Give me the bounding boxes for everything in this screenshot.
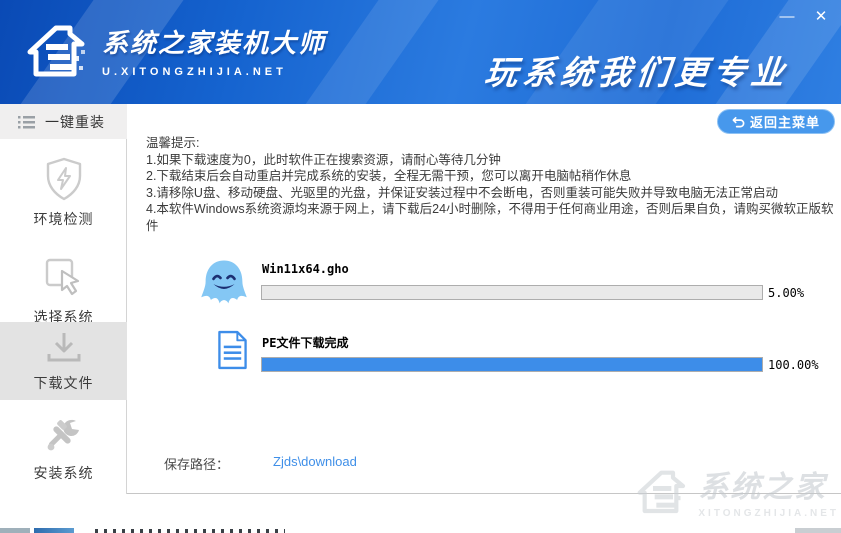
shield-bolt-icon <box>43 156 85 202</box>
sidebar-item-label: 安装系统 <box>33 465 94 481</box>
download-icon <box>44 330 84 366</box>
cursor-select-icon <box>42 256 86 300</box>
tools-icon <box>43 416 85 456</box>
save-path-label: 保存路径： <box>164 457 230 472</box>
sidebar: 一键重装 环境检测 选择系统 下载文件 安装系统 <box>0 104 127 494</box>
return-arrow-icon <box>732 115 745 128</box>
background-window-edge <box>0 528 841 533</box>
menu-list-icon <box>18 115 35 129</box>
edge-segment <box>95 529 285 533</box>
save-path-link[interactable]: Zjds\download <box>273 454 357 473</box>
edge-segment <box>795 528 841 533</box>
tip-line: 3.请移除U盘、移动硬盘、光驱里的光盘，并保证安装过程中不会断电，否则重装可能失… <box>146 185 778 200</box>
sidebar-item-onekey-reinstall[interactable]: 一键重装 <box>0 104 127 139</box>
tips-title: 温馨提示: <box>146 136 200 150</box>
sidebar-item-env-check[interactable]: 环境检测 <box>0 156 127 236</box>
tip-line: 2.下载结束后会自动重启并完成系统的安装，全程无需干预，您可以离开电脑帖稍作休息 <box>146 169 632 183</box>
sidebar-item-label: 下载文件 <box>33 374 94 391</box>
edge-segment <box>34 528 74 533</box>
download-percent: 5.00% <box>768 286 805 300</box>
brand-url: U.XITONGZHIJIA.NET <box>102 65 287 78</box>
close-button[interactable]: ✕ <box>811 6 831 26</box>
brand-logo: 系统之家装机大师 U.XITONGZHIJIA.NET <box>26 20 326 80</box>
brand-title: 系统之家装机大师 <box>102 27 327 58</box>
tip-line: 4.本软件Windows系统资源均来源于网上，请下载后24小时删除，不得用于任何… <box>146 202 834 233</box>
download-file-name: PE文件下载完成 <box>262 336 349 350</box>
download-percent: 100.00% <box>768 358 819 372</box>
sidebar-item-label: 一键重装 <box>45 113 105 130</box>
watermark-house-icon <box>636 466 690 516</box>
sidebar-item-install-system[interactable]: 安装系统 <box>0 416 127 496</box>
app-body: 一键重装 环境检测 选择系统 下载文件 安装系统 返回主菜单 温馨提示: 1.如… <box>0 104 841 494</box>
tip-line: 1.如果下载速度为0，此时软件正在搜索资源，请耐心等待几分钟 <box>146 152 501 167</box>
sidebar-item-label: 环境检测 <box>33 211 94 227</box>
minimize-button[interactable]: — <box>777 6 797 26</box>
sidebar-item-download-files[interactable]: 下载文件 <box>0 322 127 400</box>
main-panel: 返回主菜单 温馨提示: 1.如果下载速度为0，此时软件正在搜索资源，请耐心等待几… <box>128 104 841 494</box>
download-progress-bar <box>261 357 763 372</box>
header-banner: 系统之家装机大师 U.XITONGZHIJIA.NET 玩系统我们更专业 — ✕ <box>0 0 841 104</box>
watermark-subtitle: XITONGZHIJIA.NET <box>698 508 839 519</box>
tips-block: 温馨提示: 1.如果下载速度为0，此时软件正在搜索资源，请耐心等待几分钟 2.下… <box>146 135 841 234</box>
download-progress-fill <box>262 358 762 371</box>
watermark-title: 系统之家 <box>698 471 827 504</box>
document-file-icon <box>217 330 248 370</box>
site-watermark: 系统之家 XITONGZHIJIA.NET <box>636 462 839 519</box>
ghost-file-icon <box>196 256 252 314</box>
download-file-name: Win11x64.gho <box>262 262 349 276</box>
house-logo-icon <box>26 20 90 80</box>
return-button-label: 返回主菜单 <box>749 115 820 130</box>
return-main-menu-button[interactable]: 返回主菜单 <box>716 109 835 134</box>
window-controls: — ✕ <box>777 6 831 26</box>
download-progress-bar <box>261 285 763 300</box>
edge-segment <box>0 528 30 533</box>
save-path-row: 保存路径： Zjds\download <box>164 454 357 473</box>
app-window: 系统之家装机大师 U.XITONGZHIJIA.NET 玩系统我们更专业 — ✕ <box>0 0 841 533</box>
header-slogan: 玩系统我们更专业 <box>482 54 791 91</box>
